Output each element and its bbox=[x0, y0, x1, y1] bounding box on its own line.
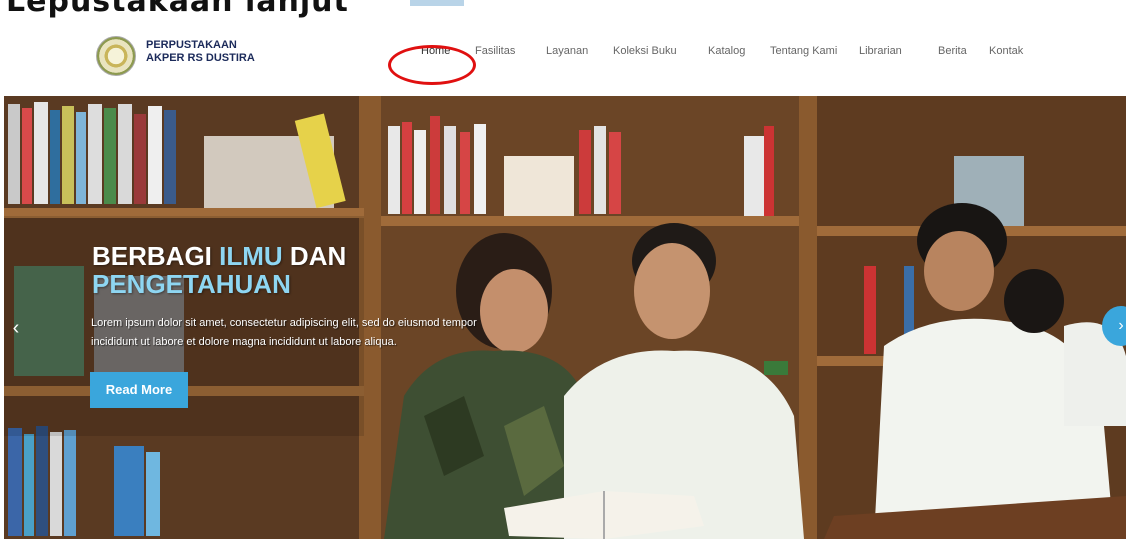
home-highlight-circle bbox=[388, 45, 476, 85]
nav-item-berita[interactable]: Berita bbox=[938, 45, 967, 57]
nav-item-layanan[interactable]: Layanan bbox=[546, 45, 588, 57]
hero-title: BERBAGI ILMU DAN PENGETAHUAN bbox=[92, 242, 346, 298]
hero-title-line-2: PENGETAHUAN bbox=[92, 269, 291, 299]
cropped-heading-text: Lepustakaan lanjut bbox=[6, 0, 349, 19]
hero-title-word-3: DAN bbox=[289, 241, 347, 271]
read-more-button[interactable]: Read More bbox=[90, 372, 188, 408]
hero-description: Lorem ipsum dolor sit amet, consectetur … bbox=[91, 317, 477, 348]
top-cropped-heading: Lepustakaan lanjut bbox=[0, 0, 1126, 28]
hero-title-word-1: BERBAGI bbox=[92, 241, 212, 271]
nav-item-kontak[interactable]: Kontak bbox=[989, 45, 1023, 57]
nav-item-tentang-kami[interactable]: Tentang Kami bbox=[770, 45, 837, 57]
main-nav: Home Fasilitas Layanan Koleksi Buku Kata… bbox=[0, 45, 1126, 85]
nav-item-fasilitas[interactable]: Fasilitas bbox=[475, 45, 515, 57]
cropped-tab-indicator bbox=[410, 0, 464, 6]
nav-item-koleksi-buku[interactable]: Koleksi Buku bbox=[613, 45, 677, 57]
hero-slider: BERBAGI ILMU DAN PENGETAHUAN Lorem ipsum… bbox=[4, 96, 1126, 539]
hero-title-word-2: ILMU bbox=[219, 241, 283, 271]
chevron-left-icon[interactable]: ‹ bbox=[6, 314, 26, 342]
nav-item-katalog[interactable]: Katalog bbox=[708, 45, 745, 57]
nav-item-librarian[interactable]: Librarian bbox=[859, 45, 902, 57]
site-header: PERPUSTAKAAN AKPER RS DUSTIRA Home Fasil… bbox=[0, 28, 1126, 96]
